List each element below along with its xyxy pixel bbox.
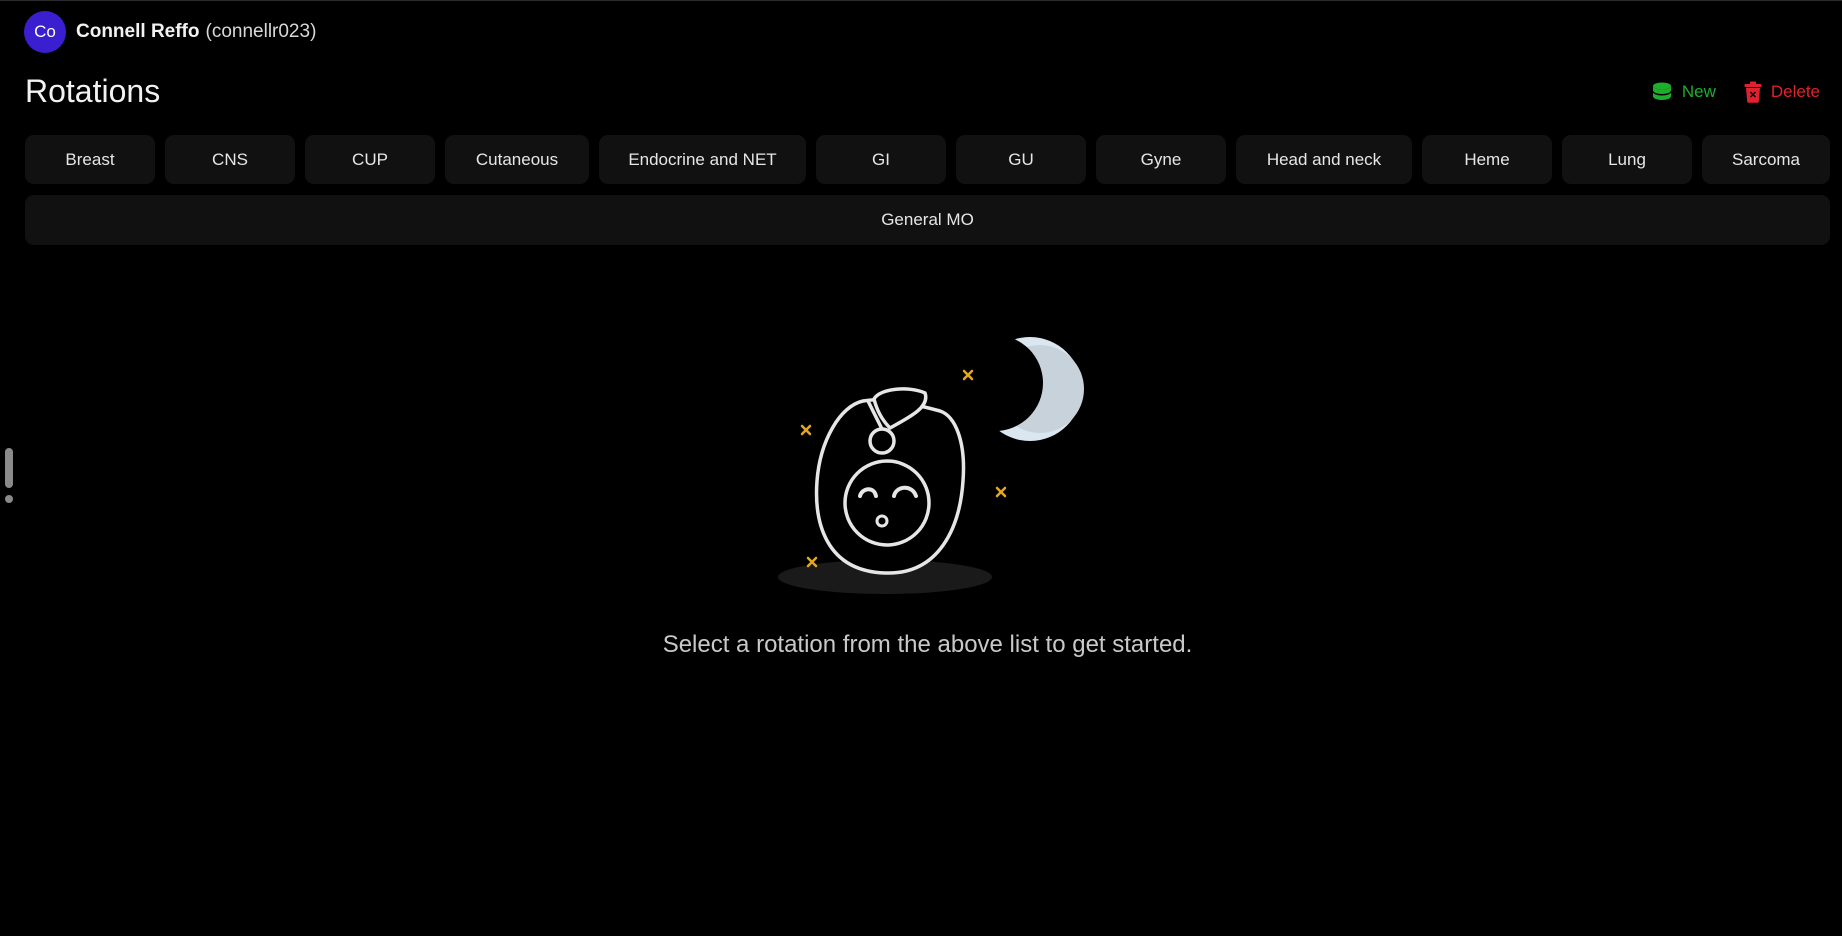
empty-state-illustration [770, 331, 1090, 601]
tab-general-mo[interactable]: General MO [25, 195, 1830, 245]
moon-icon [947, 335, 1084, 441]
tab-cns[interactable]: CNS [165, 135, 295, 184]
user-info: Connell Reffo (connellr023) [76, 21, 316, 43]
tab-label: Cutaneous [475, 149, 559, 169]
tab-label: CUP [352, 149, 388, 169]
user-name: Connell Reffo [76, 21, 200, 42]
new-button[interactable]: New [1651, 81, 1716, 103]
user-handle: (connellr023) [205, 21, 317, 42]
tab-cup[interactable]: CUP [305, 135, 435, 184]
tab-label: Endocrine and NET [628, 149, 777, 169]
tab-label: General MO [881, 210, 974, 229]
scroll-indicator-dot [5, 495, 13, 503]
tab-sarcoma[interactable]: Sarcoma [1702, 135, 1830, 184]
user-bar: Co Connell Reffo (connellr023) [24, 11, 316, 53]
tab-heme[interactable]: Heme [1422, 135, 1552, 184]
tab-gi[interactable]: GI [816, 135, 946, 184]
trash-icon [1744, 81, 1762, 103]
tab-label: Gyne [1140, 149, 1182, 169]
tab-endocrine-and-net[interactable]: Endocrine and NET [599, 135, 806, 184]
tab-lung[interactable]: Lung [1562, 135, 1692, 184]
tab-label: Breast [65, 149, 115, 169]
tab-label: GI [872, 149, 890, 169]
new-button-label: New [1681, 82, 1716, 101]
rotation-tabs: Breast CNS CUP Cutaneous Endocrine and N… [25, 135, 1830, 184]
tab-gu[interactable]: GU [956, 135, 1086, 184]
tab-breast[interactable]: Breast [25, 135, 155, 184]
tab-label: Head and neck [1266, 149, 1382, 169]
page-title: Rotations [25, 73, 161, 109]
database-icon [1651, 81, 1673, 103]
tab-head-and-neck[interactable]: Head and neck [1236, 135, 1412, 184]
tab-label: Sarcoma [1731, 149, 1801, 169]
delete-button[interactable]: Delete [1744, 81, 1820, 103]
tab-label: GU [1008, 149, 1034, 169]
delete-button-label: Delete [1770, 82, 1820, 101]
avatar[interactable]: Co [24, 11, 66, 53]
tab-cutaneous[interactable]: Cutaneous [445, 135, 589, 184]
tab-label: CNS [212, 149, 248, 169]
tab-gyne[interactable]: Gyne [1096, 135, 1226, 184]
app-page: Co Connell Reffo (connellr023) Rotations … [0, 0, 1842, 936]
empty-state-message: Select a rotation from the above list to… [662, 631, 1193, 658]
scroll-handle[interactable] [5, 448, 13, 488]
toolbar-actions: New Delete [1651, 81, 1820, 103]
tab-label: Heme [1464, 149, 1510, 169]
character-face [843, 459, 931, 547]
tab-label: Lung [1608, 149, 1646, 169]
avatar-initials: Co [34, 22, 56, 41]
